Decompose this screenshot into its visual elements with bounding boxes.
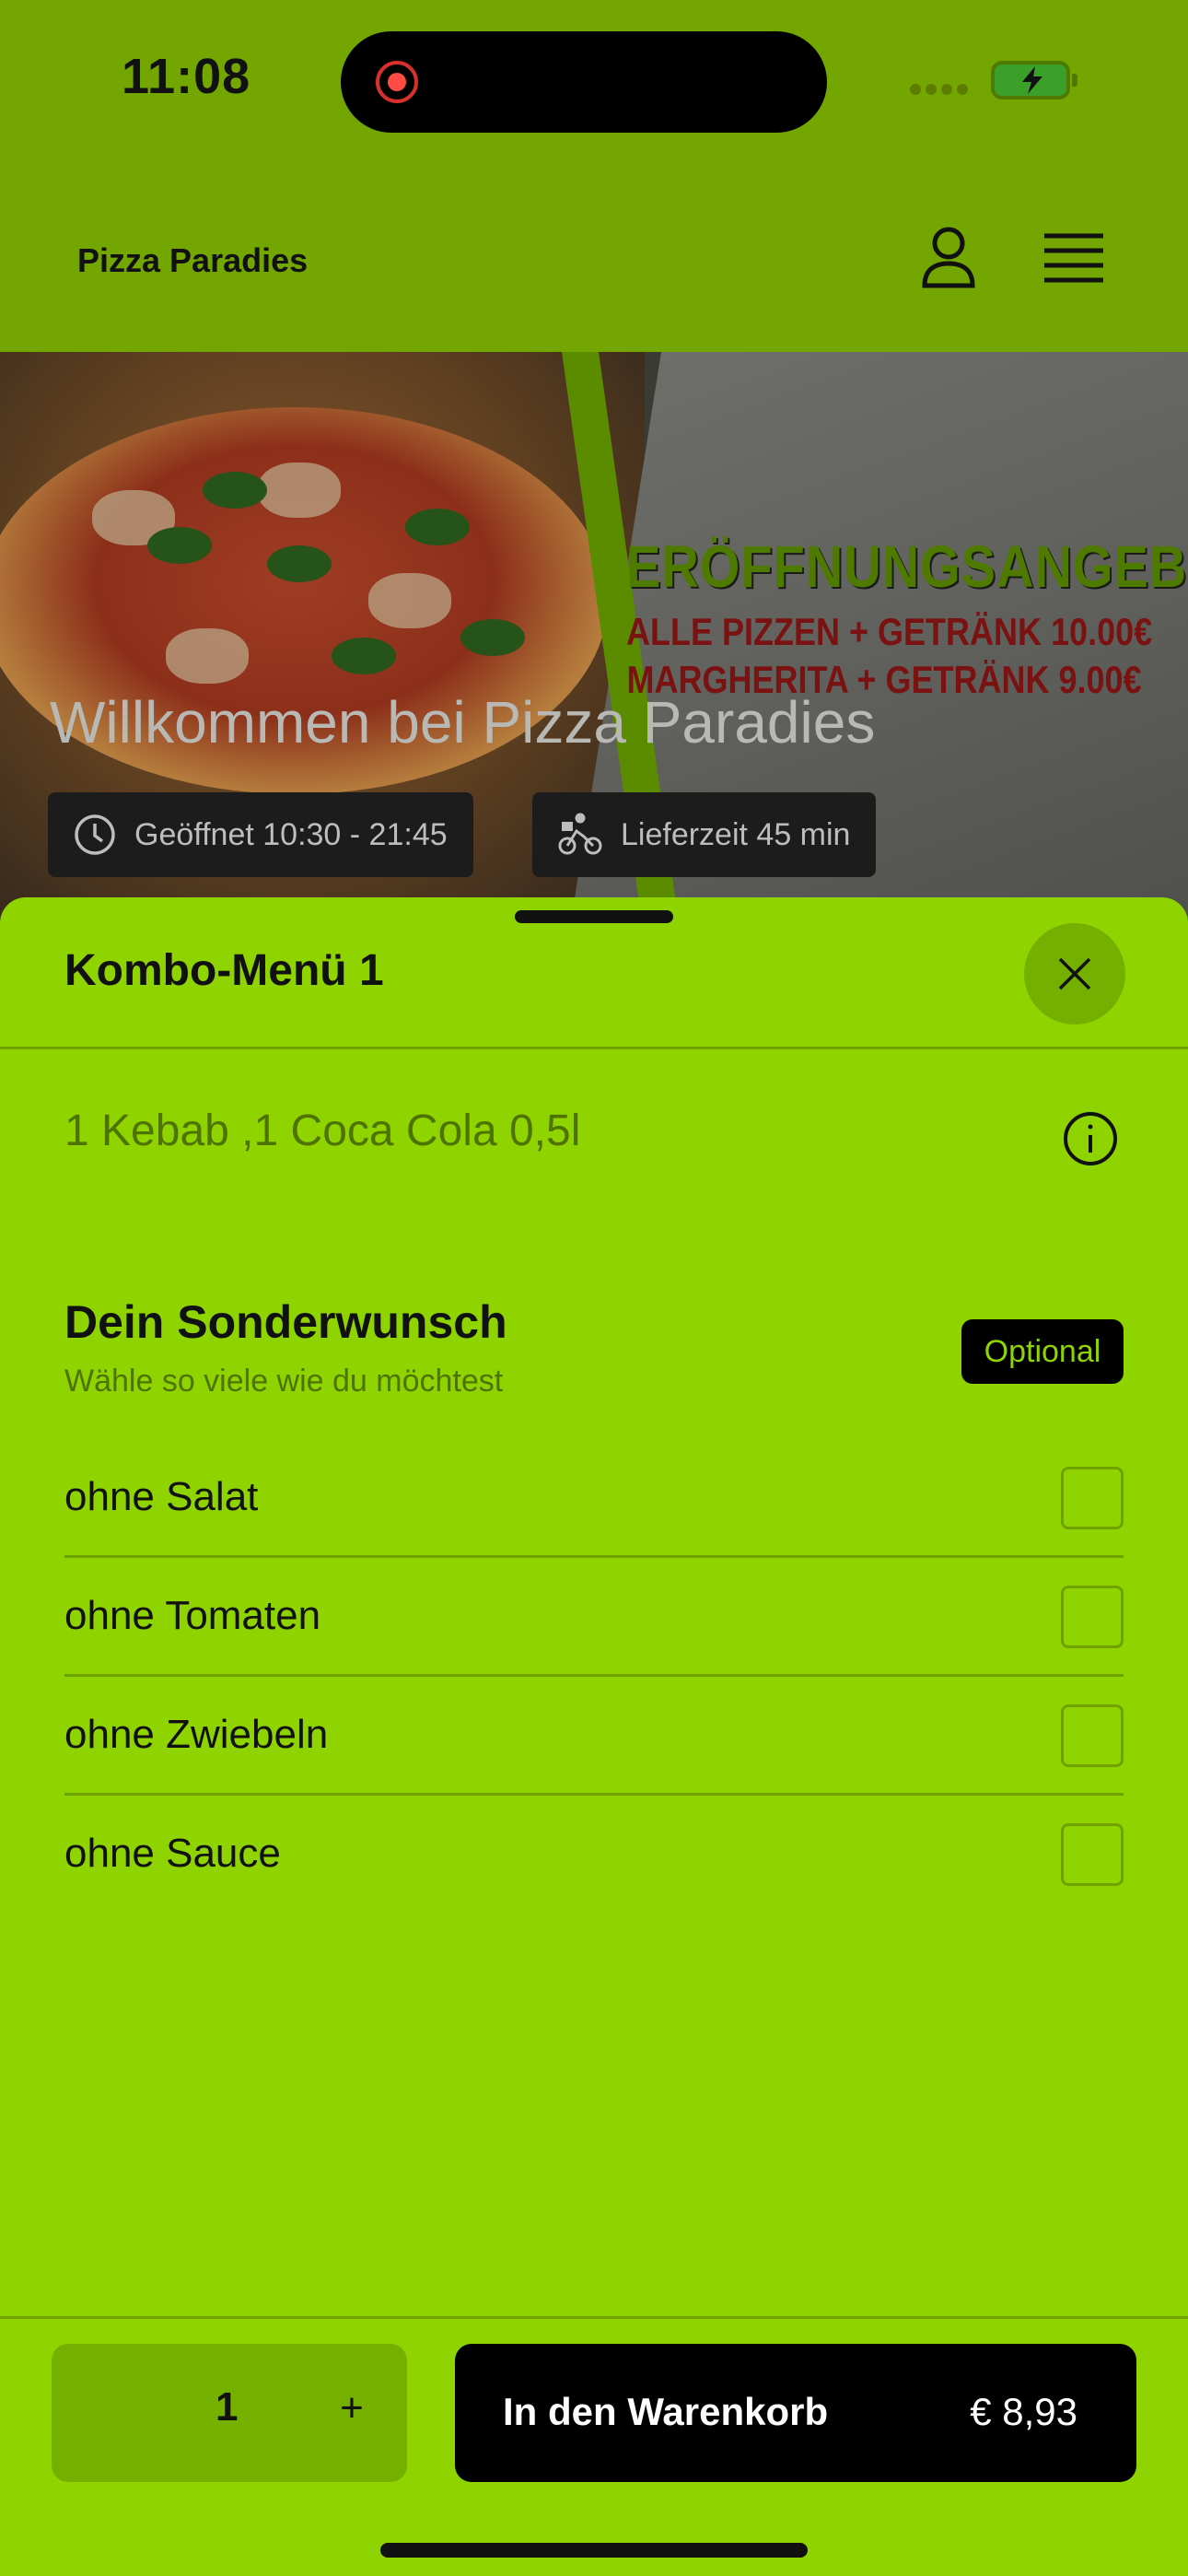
cart-price: € 8,93 (970, 2390, 1077, 2433)
add-to-cart-label: In den Warenkorb (503, 2390, 829, 2433)
option-checkbox[interactable] (1061, 1467, 1124, 1529)
promo-line-1: ALLE PIZZEN + GETRÄNK 10.00€ (626, 609, 1153, 653)
quantity-plus-button[interactable]: + (324, 2381, 379, 2436)
info-icon (1064, 1112, 1117, 1165)
optional-badge: Optional (961, 1319, 1124, 1384)
add-to-cart-button[interactable]: In den Warenkorb € 8,93 (455, 2344, 1136, 2482)
product-bottom-sheet: Kombo-Menü 1 1 Kebab ,1 Coca Cola 0,5l D… (0, 897, 1188, 2576)
quantity-value: 1 (215, 2384, 239, 2430)
option-ohne-salat[interactable]: ohne Salat (64, 1439, 1124, 1558)
delivery-time-text: Lieferzeit 45 min (621, 816, 851, 852)
option-label: ohne Tomaten (64, 1593, 321, 1638)
clock-icon (74, 814, 116, 856)
status-bar: 11:08 (0, 0, 1188, 166)
option-ohne-zwiebeln[interactable]: ohne Zwiebeln (64, 1677, 1124, 1796)
info-button[interactable] (1061, 1109, 1120, 1168)
options-list: ohne Salat ohne Tomaten ohne Zwiebeln oh… (64, 1439, 1124, 1912)
app-header: Pizza Paradies (0, 166, 1188, 352)
quantity-stepper: 1 + (52, 2344, 407, 2482)
option-label: ohne Zwiebeln (64, 1712, 329, 1757)
divider (0, 1047, 1188, 1049)
delivery-time-chip: Lieferzeit 45 min (532, 792, 877, 877)
opening-hours-chip: Geöffnet 10:30 - 21:45 (48, 792, 473, 877)
screen-recording-icon (376, 61, 418, 103)
background-page: 11:08 Pizza Paradies ERÖFFNUNGSANGE ALLE… (0, 0, 1188, 921)
section-subtitle: Wähle so viele wie du möchtest (64, 1364, 504, 1399)
divider (0, 2316, 1188, 2319)
option-checkbox[interactable] (1061, 1704, 1124, 1767)
screen: 11:08 Pizza Paradies ERÖFFNUNGSANGE ALLE… (0, 0, 1188, 2576)
option-checkbox[interactable] (1061, 1586, 1124, 1648)
option-label: ohne Sauce (64, 1831, 281, 1876)
battery-charging-icon (991, 61, 1077, 100)
app-title[interactable]: Pizza Paradies (77, 241, 308, 280)
section-title: Dein Sonderwunsch (64, 1296, 507, 1348)
option-ohne-tomaten[interactable]: ohne Tomaten (64, 1558, 1124, 1677)
status-time: 11:08 (122, 49, 251, 104)
promo-text: ERÖFFNUNGSANGEBOT ALLE PIZZEN + GETRÄNK … (626, 533, 1188, 701)
hamburger-menu-icon[interactable] (1037, 221, 1111, 295)
close-icon (1058, 957, 1091, 990)
option-label: ohne Salat (64, 1474, 259, 1519)
hero-banner: ERÖFFNUNGSANGEBOT ALLE PIZZEN + GETRÄNK … (0, 352, 1188, 921)
bicycle-courier-icon (558, 813, 602, 857)
home-indicator[interactable] (380, 2543, 808, 2558)
option-checkbox[interactable] (1061, 1823, 1124, 1886)
promo-title: ERÖFFNUNGSANGEBOT (626, 533, 1188, 600)
dynamic-island (341, 31, 827, 133)
user-icon[interactable] (912, 221, 985, 295)
sheet-grabber[interactable] (515, 910, 673, 923)
close-button[interactable] (1024, 923, 1125, 1025)
product-description: 1 Kebab ,1 Coca Cola 0,5l (64, 1107, 581, 1155)
welcome-heading: Willkommen bei Pizza Paradies (50, 689, 876, 755)
option-ohne-sauce[interactable]: ohne Sauce (64, 1796, 1124, 1912)
product-title: Kombo-Menü 1 (64, 946, 384, 995)
signal-icon (910, 83, 974, 96)
opening-hours-text: Geöffnet 10:30 - 21:45 (134, 816, 448, 852)
